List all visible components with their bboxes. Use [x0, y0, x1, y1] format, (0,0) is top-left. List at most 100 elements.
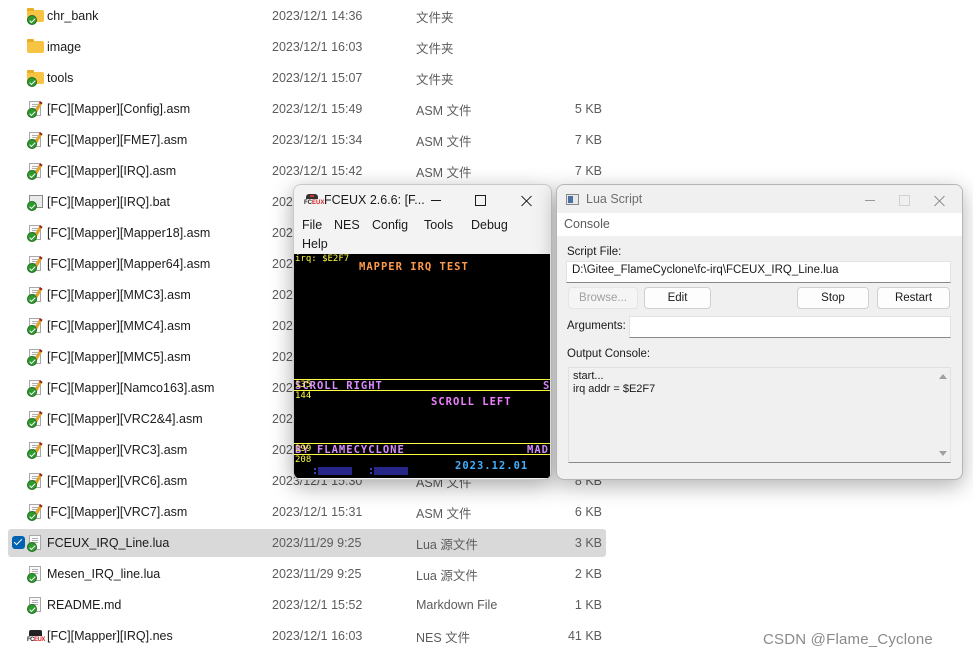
- file-name: [FC][Mapper][VRC3].asm: [47, 443, 188, 457]
- file-type: ASM 文件: [416, 165, 472, 180]
- file-date: 2023/12/1 14:36: [272, 9, 363, 23]
- menu-config[interactable]: Config: [372, 218, 408, 232]
- sync-status-icon: [27, 263, 37, 273]
- file-row[interactable]: [FC][Mapper][IRQ].asm 2023/12/1 15:42 ASM …: [8, 157, 606, 185]
- lua-close-button[interactable]: [917, 185, 962, 216]
- lua-file-icon: [27, 566, 44, 583]
- file-date: 202: [272, 443, 293, 457]
- sync-status-icon: [27, 418, 37, 428]
- file-name: [FC][Mapper][Config].asm: [47, 102, 191, 116]
- file-row[interactable]: tools 2023/12/1 15:07 文件夹: [8, 64, 606, 92]
- file-size: 41 KB: [567, 629, 602, 643]
- file-date: 202: [272, 381, 293, 395]
- asm-file-icon: [27, 380, 44, 397]
- scroll-up-icon[interactable]: [939, 374, 947, 379]
- file-name: [FC][Mapper][IRQ].bat: [47, 195, 170, 209]
- folder-synced-icon: [27, 70, 44, 87]
- file-name: tools: [47, 71, 74, 85]
- scanline-marker-label: 199: [295, 444, 312, 454]
- file-date: 202: [272, 319, 293, 333]
- lua-script-window: Lua Script Console Script File: D:\Gitee…: [556, 184, 963, 480]
- fceux-minimize-button[interactable]: [413, 185, 458, 216]
- irq-address-overlay: irq: $E2F7: [295, 254, 350, 264]
- sync-status-icon: [27, 15, 37, 25]
- edit-button[interactable]: Edit: [644, 287, 711, 309]
- file-size: 7 KB: [574, 164, 602, 178]
- arguments-input[interactable]: [629, 316, 951, 338]
- file-size: 3 KB: [574, 536, 602, 550]
- arguments-label: Arguments:: [567, 320, 626, 332]
- file-row[interactable]: README.md 2023/12/1 15:52 Markdown File 1 K…: [8, 591, 606, 619]
- menu-help[interactable]: Help: [302, 237, 328, 251]
- file-type: Lua 源文件: [416, 568, 478, 583]
- file-name: [FC][Mapper][Namco163].asm: [47, 381, 215, 395]
- asm-file-icon: [27, 287, 44, 304]
- file-row[interactable]: FCEUX [FC][Mapper][IRQ].nes 2023/12/1 16:0…: [8, 622, 606, 650]
- asm-file-icon: [27, 225, 44, 242]
- file-type: 文件夹: [416, 41, 454, 56]
- browse-button[interactable]: Browse...: [568, 287, 638, 309]
- file-date: 2023/11/29 9:25: [272, 536, 362, 550]
- file-row[interactable]: chr_bank 2023/12/1 14:36 文件夹: [8, 2, 606, 30]
- lua-menubar: Console: [557, 213, 962, 236]
- close-icon: [934, 195, 946, 207]
- lua-titlebar[interactable]: Lua Script: [557, 185, 962, 213]
- screen-date-text: 2023.12.01: [455, 460, 529, 472]
- stop-button[interactable]: Stop: [797, 287, 869, 309]
- sync-status-icon: [27, 573, 37, 583]
- screen-banner-text: MAPPER IRQ TEST: [359, 261, 469, 273]
- fceux-titlebar[interactable]: FCEUX FCEUX 2.6.6: [F...: [294, 185, 551, 216]
- file-date: 2023/12/1 15:34: [272, 133, 363, 147]
- asm-file-icon: [27, 163, 44, 180]
- asm-file-icon: [27, 504, 44, 521]
- output-console-scrollbar[interactable]: [935, 368, 950, 462]
- sync-status-icon: [27, 511, 37, 521]
- menu-console[interactable]: Console: [564, 217, 610, 231]
- file-row[interactable]: Mesen_IRQ_line.lua 2023/11/29 9:25 Lua 源文件…: [8, 560, 606, 588]
- output-console[interactable]: start... irq addr = $E2F7: [568, 367, 951, 463]
- author-credit-text: BY FLAMECYCLONE: [295, 444, 405, 456]
- file-row[interactable]: [FC][Mapper][VRC7].asm 2023/12/1 15:31 ASM…: [8, 498, 606, 526]
- file-name: [FC][Mapper][IRQ].nes: [47, 629, 173, 643]
- scroll-down-icon[interactable]: [939, 451, 947, 456]
- asm-file-icon: [27, 132, 44, 149]
- fceux-close-button[interactable]: [504, 185, 549, 216]
- sync-status-icon: [27, 604, 37, 614]
- menu-tools[interactable]: Tools: [424, 218, 453, 232]
- file-row[interactable]: [FC][Mapper][Config].asm 2023/12/1 15:49 A…: [8, 95, 606, 123]
- file-type: 文件夹: [416, 72, 454, 87]
- file-name: chr_bank: [47, 9, 99, 23]
- output-console-text: start... irq addr = $E2F7: [573, 370, 656, 395]
- file-type: Markdown File: [416, 598, 498, 612]
- sync-status-icon: [27, 356, 37, 366]
- sprite-block: [370, 467, 408, 475]
- file-row[interactable]: FCEUX_IRQ_Line.lua 2023/11/29 9:25 Lua 源文件…: [8, 529, 606, 557]
- sync-status-icon: [27, 170, 37, 180]
- sync-status-icon: [27, 108, 37, 118]
- file-date: 2023/12/1 15:07: [272, 71, 363, 85]
- file-name: FCEUX_IRQ_Line.lua: [47, 536, 170, 550]
- file-row[interactable]: [FC][Mapper][FME7].asm 2023/12/1 15:34 ASM…: [8, 126, 606, 154]
- menu-file[interactable]: File: [302, 218, 322, 232]
- file-size: 5 KB: [574, 102, 602, 116]
- menu-debug[interactable]: Debug: [471, 218, 508, 232]
- row-checkbox[interactable]: [12, 536, 25, 549]
- asm-file-icon: [27, 411, 44, 428]
- menu-nes[interactable]: NES: [334, 218, 360, 232]
- sync-status-icon: [27, 232, 37, 242]
- file-date: 202: [272, 257, 293, 271]
- file-date: 2023/12/1 15:49: [272, 102, 363, 116]
- script-file-input[interactable]: D:\Gitee_FlameCyclone\fc-irq\FCEUX_IRQ_L…: [566, 261, 951, 283]
- file-name: README.md: [47, 598, 122, 612]
- fceux-maximize-button[interactable]: [458, 185, 503, 216]
- restart-button[interactable]: Restart: [877, 287, 950, 309]
- output-console-label: Output Console:: [567, 348, 651, 360]
- file-type: NES 文件: [416, 630, 471, 645]
- file-date: 2023/12/1 16:03: [272, 629, 363, 643]
- file-row[interactable]: image 2023/12/1 16:03 文件夹: [8, 33, 606, 61]
- file-name: [FC][Mapper][MMC3].asm: [47, 288, 191, 302]
- fceux-window-title: FCEUX 2.6.6: [F...: [324, 193, 425, 207]
- file-name: [FC][Mapper][MMC4].asm: [47, 319, 191, 333]
- nes-game-screen[interactable]: irq: $E2F7 MAPPER IRQ TEST SCROLL RIGHT …: [294, 254, 550, 478]
- lua-file-icon: [27, 535, 44, 552]
